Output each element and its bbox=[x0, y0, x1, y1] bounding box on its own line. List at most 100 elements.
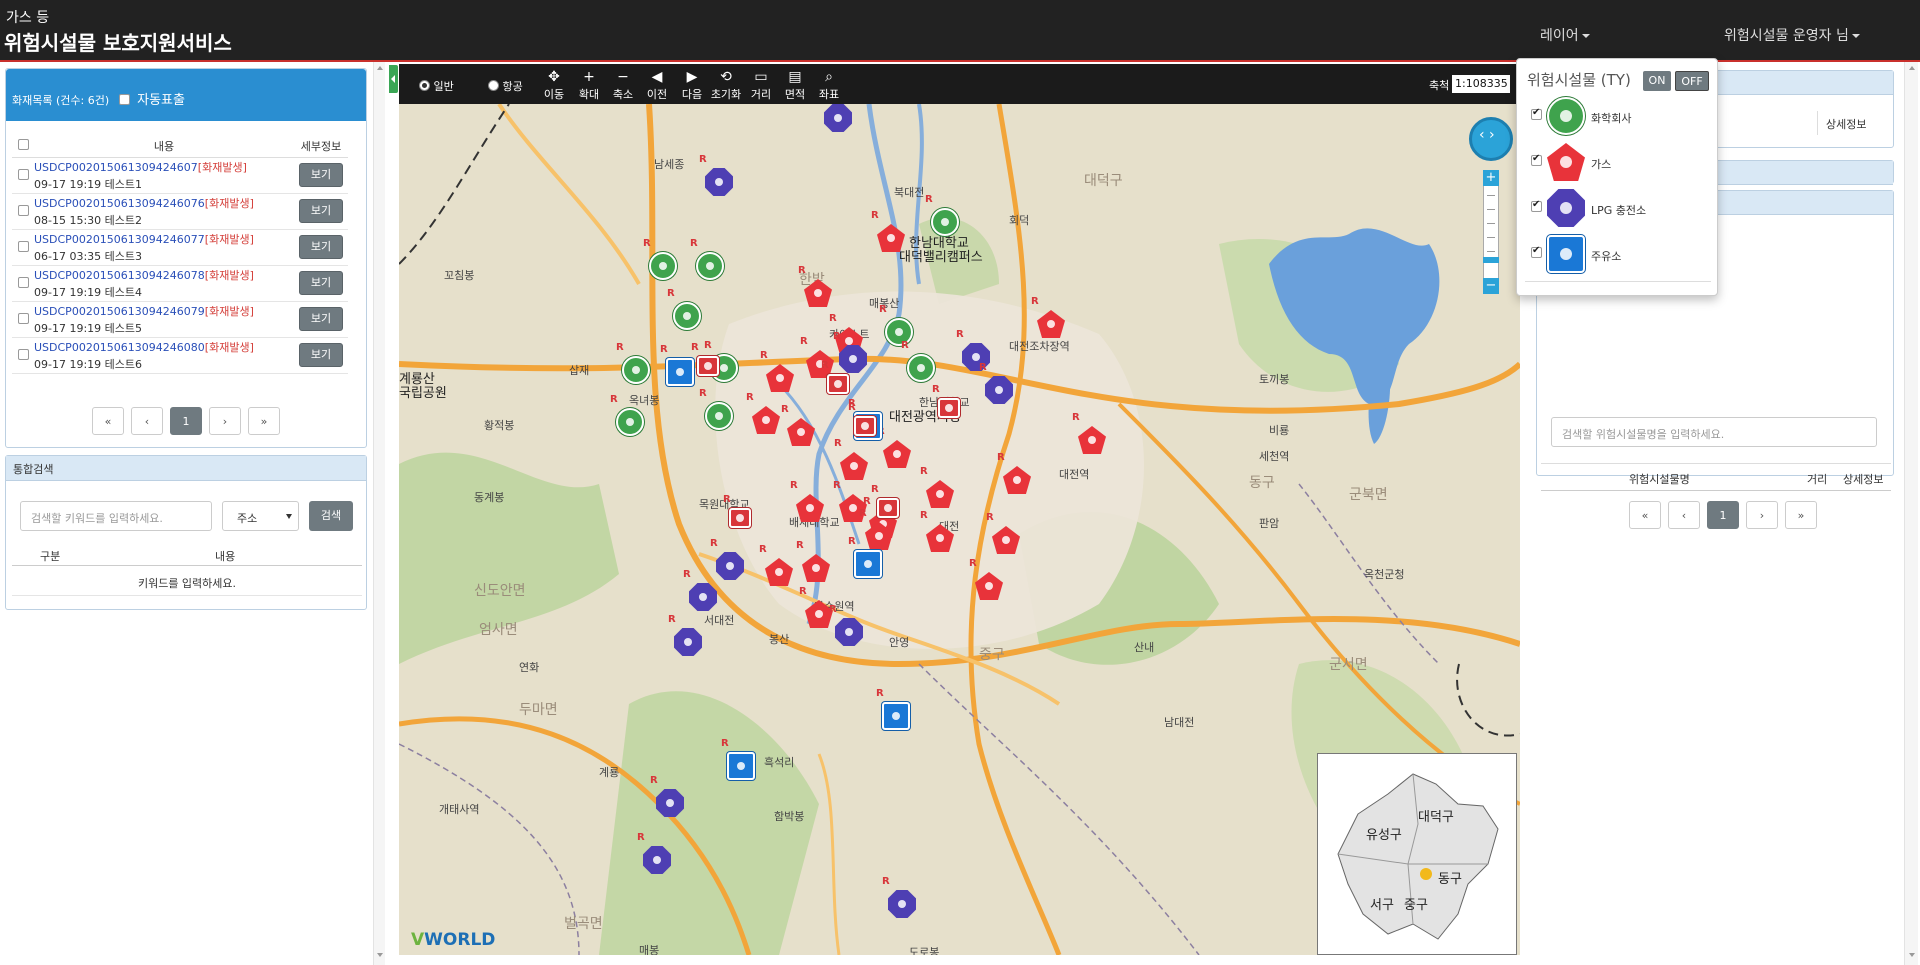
fire-alert-marker[interactable] bbox=[827, 374, 849, 394]
lpg-station-marker[interactable] bbox=[839, 345, 867, 373]
view-detail-button[interactable]: 보기 bbox=[299, 343, 343, 367]
right-scrollbar[interactable] bbox=[1904, 62, 1918, 965]
fire-event-id[interactable]: USDCP002015061309424607 bbox=[34, 161, 198, 174]
fire-alert-marker[interactable] bbox=[729, 508, 751, 528]
chemical-company-marker[interactable] bbox=[907, 354, 935, 382]
left-scrollbar[interactable] bbox=[373, 62, 385, 965]
scroll-down-icon[interactable] bbox=[1909, 953, 1915, 957]
panel-collapse-handle[interactable] bbox=[389, 65, 398, 93]
prev-page-button[interactable]: ‹ bbox=[131, 407, 163, 435]
lpg-station-marker[interactable] bbox=[643, 846, 671, 874]
fire-list-row[interactable]: USDCP002015061309424607[화재발생] 09-17 19:19… bbox=[12, 157, 348, 194]
tool-move[interactable]: ✥ 이동 bbox=[535, 68, 573, 102]
gas-station-marker[interactable] bbox=[727, 752, 755, 780]
first-page-button[interactable]: « bbox=[92, 407, 124, 435]
gas-station-marker[interactable] bbox=[666, 358, 694, 386]
row-checkbox[interactable] bbox=[17, 276, 29, 288]
facility-search-input[interactable]: 검색할 위험시설물명을 입력하세요. bbox=[1551, 417, 1877, 447]
scroll-up-icon[interactable] bbox=[377, 66, 383, 70]
layer-checkbox[interactable] bbox=[1531, 245, 1542, 258]
fire-alert-marker[interactable] bbox=[877, 498, 899, 518]
keyword-search-input[interactable]: 검색할 키워드를 입력하세요. bbox=[20, 501, 212, 531]
layer-item[interactable]: 화학회사 bbox=[1531, 97, 1711, 137]
overview-minimap[interactable]: 유성구 대덕구 서구 중구 동구 bbox=[1317, 753, 1517, 955]
chemical-company-marker[interactable] bbox=[696, 252, 724, 280]
view-detail-button[interactable]: 보기 bbox=[299, 271, 343, 295]
next-page-button[interactable]: › bbox=[209, 407, 241, 435]
search-button[interactable]: 검색 bbox=[309, 501, 353, 531]
tool-coordinate[interactable]: ⌕ 좌표 bbox=[810, 68, 848, 102]
lpg-station-marker[interactable] bbox=[888, 890, 916, 918]
view-detail-button[interactable]: 보기 bbox=[299, 307, 343, 331]
zoom-out-button[interactable]: − bbox=[1483, 278, 1499, 294]
row-checkbox[interactable] bbox=[17, 204, 29, 216]
scroll-down-icon[interactable] bbox=[377, 953, 383, 957]
zoom-in-button[interactable]: + bbox=[1483, 170, 1499, 186]
first-page-button[interactable]: « bbox=[1629, 501, 1661, 529]
fire-list-row[interactable]: USDCP0020150613094246078[화재발생] 09-17 19:1… bbox=[12, 265, 348, 302]
chemical-company-marker[interactable] bbox=[622, 356, 650, 384]
tool-zoom-in[interactable]: + 확대 bbox=[570, 68, 608, 102]
fire-list-row[interactable]: USDCP0020150613094246077[화재발생] 06-17 03:3… bbox=[12, 229, 348, 266]
view-detail-button[interactable]: 보기 bbox=[299, 199, 343, 223]
select-all-checkbox[interactable] bbox=[17, 139, 29, 151]
fire-event-id[interactable]: USDCP0020150613094246079 bbox=[34, 305, 205, 318]
map-pan-control[interactable] bbox=[1469, 117, 1513, 161]
gas-station-marker[interactable] bbox=[854, 550, 882, 578]
gas-station-marker[interactable] bbox=[882, 702, 910, 730]
chemical-company-marker[interactable] bbox=[931, 208, 959, 236]
row-checkbox[interactable] bbox=[17, 240, 29, 252]
auto-display-checkbox[interactable] bbox=[118, 94, 130, 105]
layer-item[interactable]: LPG 충전소 bbox=[1531, 189, 1711, 229]
lpg-station-marker[interactable] bbox=[835, 618, 863, 646]
facility-detail-button[interactable]: 상세정보 bbox=[1817, 111, 1879, 135]
search-type-select[interactable]: 주소 bbox=[222, 501, 299, 531]
layer-checkbox[interactable] bbox=[1531, 107, 1542, 120]
lpg-station-marker[interactable] bbox=[985, 376, 1013, 404]
lpg-station-marker[interactable] bbox=[656, 789, 684, 817]
radio-normal[interactable] bbox=[419, 80, 430, 91]
chemical-company-marker[interactable] bbox=[616, 408, 644, 436]
tool-area[interactable]: ▤ 면적 bbox=[776, 68, 814, 102]
chemical-company-marker[interactable] bbox=[705, 402, 733, 430]
layer-menu-button[interactable]: 레이어 bbox=[1540, 25, 1590, 45]
fire-event-id[interactable]: USDCP0020150613094246076 bbox=[34, 197, 205, 210]
lpg-station-marker[interactable] bbox=[824, 104, 852, 132]
fire-list-row[interactable]: USDCP0020150613094246080[화재발생] 09-17 19:1… bbox=[12, 337, 348, 374]
map-canvas[interactable]: 대덕구남세종북대전한남대학교대덕밸리캠퍼스회덕매봉산카이스트한밭꼬침봉계룡산국립… bbox=[399, 104, 1520, 955]
layer-checkbox[interactable] bbox=[1531, 153, 1542, 166]
view-detail-button[interactable]: 보기 bbox=[299, 163, 343, 187]
chemical-company-marker[interactable] bbox=[649, 252, 677, 280]
fire-list-row[interactable]: USDCP0020150613094246076[화재발생] 08-15 15:3… bbox=[12, 193, 348, 230]
row-checkbox[interactable] bbox=[17, 312, 29, 324]
tool-prev[interactable]: ◀ 이전 bbox=[638, 68, 676, 102]
tool-distance[interactable]: ▭ 거리 bbox=[742, 68, 780, 102]
prev-page-button[interactable]: ‹ bbox=[1668, 501, 1700, 529]
layer-item[interactable]: 가스 bbox=[1531, 143, 1711, 183]
fire-alert-marker[interactable] bbox=[854, 416, 876, 436]
radio-aerial[interactable] bbox=[488, 80, 499, 91]
last-page-button[interactable]: » bbox=[248, 407, 280, 435]
brand-title[interactable]: 위험시설물 보호지원서비스 bbox=[4, 27, 232, 56]
zoom-slider[interactable]: + − bbox=[1483, 170, 1499, 294]
next-page-button[interactable]: › bbox=[1746, 501, 1778, 529]
page-1-button[interactable]: 1 bbox=[170, 407, 202, 435]
lpg-station-marker[interactable] bbox=[705, 168, 733, 196]
user-menu-button[interactable]: 위험시설물 운영자 님 bbox=[1724, 25, 1860, 45]
last-page-button[interactable]: » bbox=[1785, 501, 1817, 529]
fire-event-id[interactable]: USDCP0020150613094246080 bbox=[34, 341, 205, 354]
tool-reset[interactable]: ⟲ 초기화 bbox=[707, 68, 745, 102]
lpg-station-marker[interactable] bbox=[674, 628, 702, 656]
layer-item[interactable]: 주유소 bbox=[1531, 235, 1711, 275]
view-detail-button[interactable]: 보기 bbox=[299, 235, 343, 259]
fire-event-id[interactable]: USDCP0020150613094246077 bbox=[34, 233, 205, 246]
lpg-station-marker[interactable] bbox=[716, 552, 744, 580]
layer-off-button[interactable]: OFF bbox=[1675, 71, 1709, 91]
row-checkbox[interactable] bbox=[17, 348, 29, 360]
scroll-up-icon[interactable] bbox=[1909, 66, 1915, 70]
layer-on-button[interactable]: ON bbox=[1643, 71, 1671, 91]
chemical-company-marker[interactable] bbox=[673, 302, 701, 330]
fire-event-id[interactable]: USDCP0020150613094246078 bbox=[34, 269, 205, 282]
map-type-normal[interactable]: 일반 bbox=[419, 78, 454, 94]
fire-alert-marker[interactable] bbox=[938, 398, 960, 418]
